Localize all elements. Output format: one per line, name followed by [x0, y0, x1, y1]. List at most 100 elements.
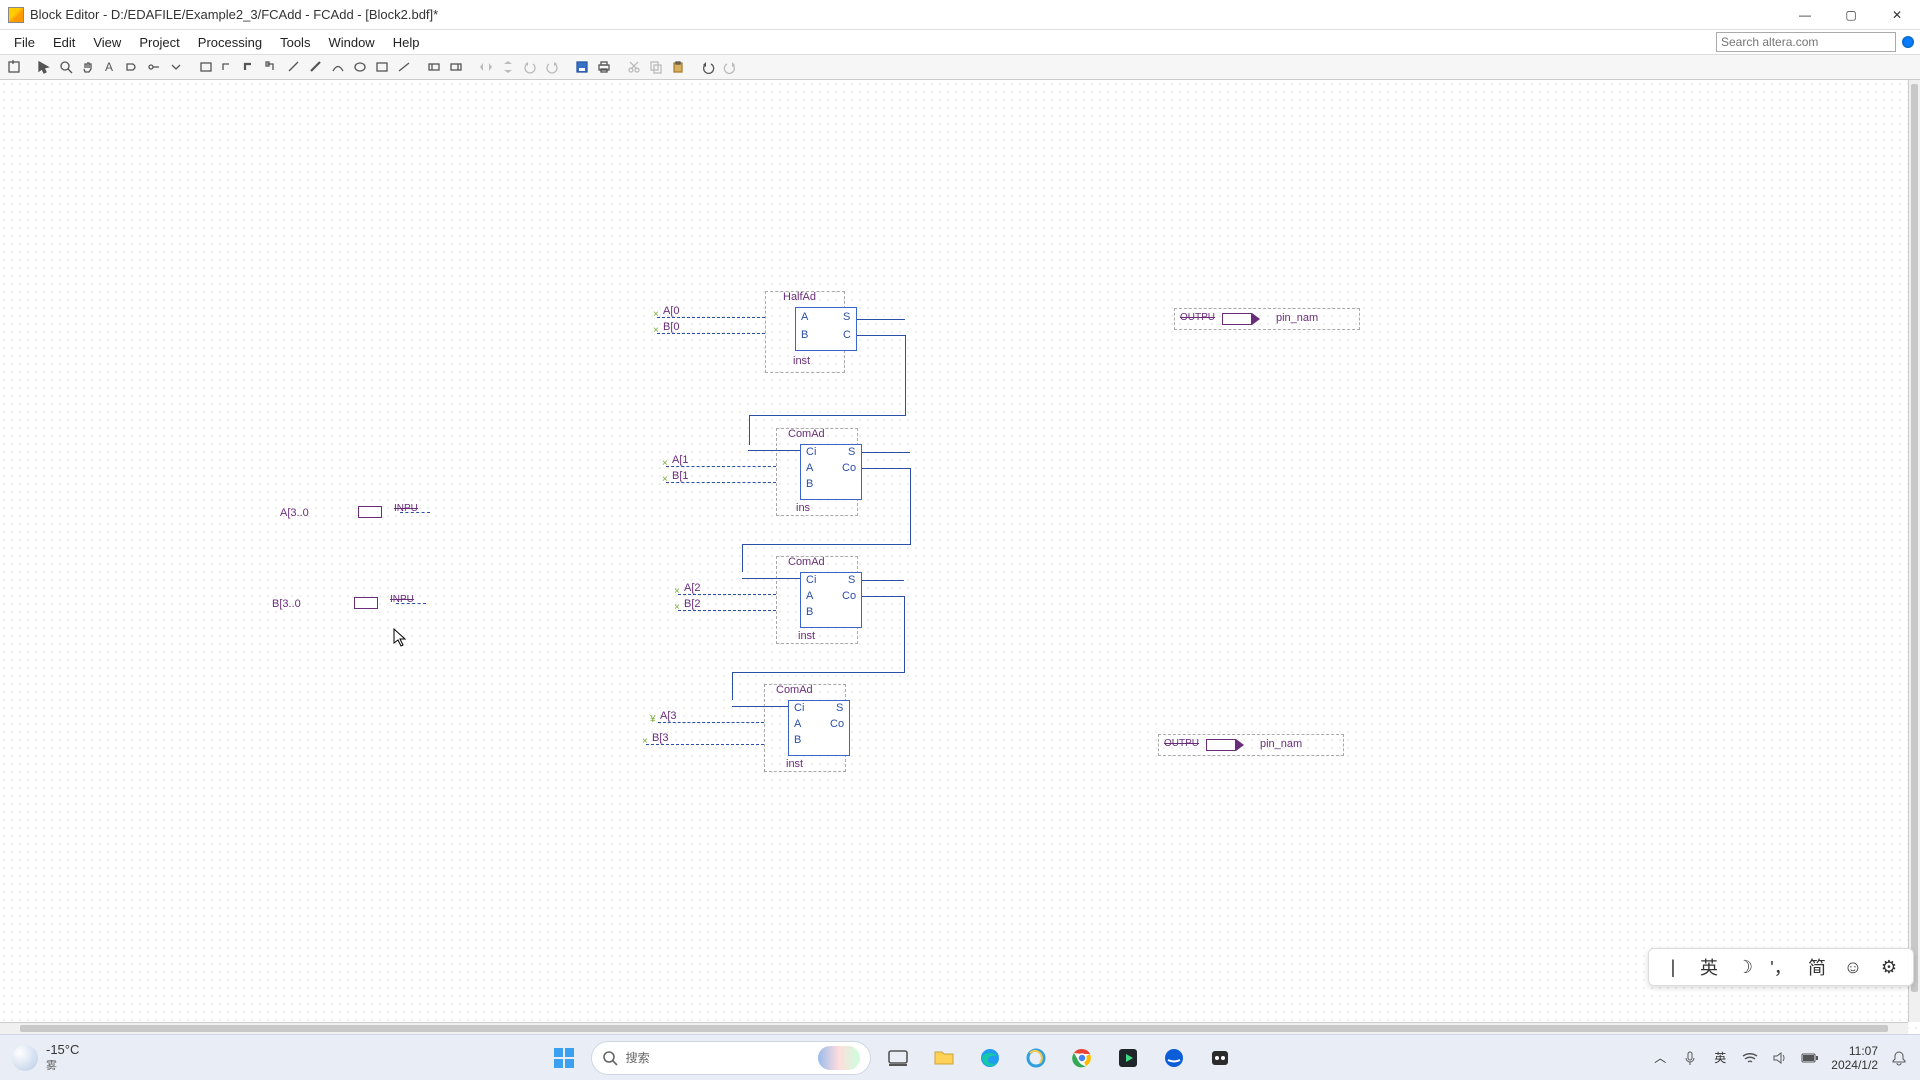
ha-port-b: B [801, 329, 808, 341]
taskbar-search[interactable]: 搜索 [591, 1041, 871, 1075]
pin-x-icon: × [662, 474, 668, 485]
tray-notifications-icon[interactable] [1890, 1049, 1908, 1067]
save-icon[interactable] [572, 57, 592, 77]
node-tool-icon[interactable] [218, 57, 238, 77]
arc-tool-icon[interactable] [328, 57, 348, 77]
tray-clock[interactable]: 11:07 2024/1/2 [1831, 1044, 1878, 1072]
ime-simplified-button[interactable]: 简 [1803, 953, 1831, 981]
ca2-port-b: B [806, 606, 813, 618]
copy-icon[interactable] [646, 57, 666, 77]
conduit-tool-icon[interactable] [262, 57, 282, 77]
output-pin-2-type: OUTPU [1164, 738, 1199, 749]
taskbar: -15°C 雾 搜索 ︿ 英 11:07 2024/1/2 [0, 1034, 1920, 1080]
taskbar-explorer-icon[interactable] [925, 1039, 963, 1077]
clock-time: 11:07 [1831, 1044, 1878, 1058]
menubar: File Edit View Project Processing Tools … [0, 30, 1920, 54]
diag-bus-tool-icon[interactable] [306, 57, 326, 77]
taskbar-app2-icon[interactable] [1201, 1039, 1239, 1077]
pin-tool-icon[interactable] [144, 57, 164, 77]
menu-window[interactable]: Window [320, 33, 382, 52]
taskbar-ie-icon[interactable] [1017, 1039, 1055, 1077]
menu-file[interactable]: File [6, 33, 43, 52]
redo-icon[interactable] [720, 57, 740, 77]
ca2-port-a: A [806, 590, 813, 602]
flip-v-icon[interactable] [498, 57, 518, 77]
detach-window-icon[interactable] [4, 57, 24, 77]
ha-inst: inst [793, 355, 810, 367]
taskbar-search-label: 搜索 [626, 1049, 650, 1066]
task-view-button[interactable] [879, 1039, 917, 1077]
taskbar-weather[interactable]: -15°C 雾 [12, 1042, 132, 1073]
menu-processing[interactable]: Processing [190, 33, 270, 52]
horizontal-scrollbar[interactable] [0, 1022, 1908, 1034]
selection-tool-icon[interactable] [34, 57, 54, 77]
taskbar-edge-icon[interactable] [971, 1039, 1009, 1077]
ca3-pin-b: B[3 [652, 732, 669, 744]
tray-wifi-icon[interactable] [1741, 1049, 1759, 1067]
ha-pin-a: A[0 [663, 305, 680, 317]
cut-icon[interactable] [624, 57, 644, 77]
search-input[interactable] [1716, 32, 1896, 52]
oval-tool-icon[interactable] [350, 57, 370, 77]
menu-edit[interactable]: Edit [45, 33, 83, 52]
hand-tool-icon[interactable] [78, 57, 98, 77]
line-tool-icon[interactable] [394, 57, 414, 77]
vertical-scrollbar[interactable] [1908, 80, 1920, 1022]
input-pin-b-name: B[3..0 [272, 598, 301, 610]
text-tool-icon[interactable]: A [100, 57, 120, 77]
partial-line-toggle-icon[interactable] [446, 57, 466, 77]
rotate-right-icon[interactable] [542, 57, 562, 77]
window-title: Block Editor - D:/EDAFILE/Example2_3/FCA… [30, 7, 1782, 22]
menu-view[interactable]: View [85, 33, 129, 52]
search-go-icon[interactable] [1902, 36, 1914, 48]
menu-project[interactable]: Project [131, 33, 187, 52]
taskbar-chrome-icon[interactable] [1063, 1039, 1101, 1077]
ca1-pin-a: A[1 [672, 454, 689, 466]
search-icon [602, 1050, 618, 1066]
close-button[interactable]: ✕ [1874, 0, 1920, 30]
diag-node-tool-icon[interactable] [284, 57, 304, 77]
maximize-button[interactable]: ▢ [1828, 0, 1874, 30]
tray-mic-icon[interactable] [1681, 1049, 1699, 1067]
tray-volume-icon[interactable] [1771, 1049, 1789, 1067]
menu-help[interactable]: Help [385, 33, 428, 52]
ca3-port-b: B [794, 734, 801, 746]
block-tool-icon[interactable] [196, 57, 216, 77]
rotate-left-icon[interactable] [520, 57, 540, 77]
ime-halfmoon-icon[interactable]: ☽ [1731, 953, 1759, 981]
ime-toolbar[interactable]: | 英 ☽ '， 简 ☺ ⚙ [1648, 948, 1914, 986]
pin-x-icon: × [653, 325, 659, 336]
paste-icon[interactable] [668, 57, 688, 77]
schematic-canvas[interactable]: A[3..0 INPU B[3..0 INPU HalfAd A B S C [0, 80, 1920, 1034]
ca2-title: ComAd [788, 556, 825, 568]
bus-tool-icon[interactable] [240, 57, 260, 77]
pin-tool-drop-icon[interactable] [166, 57, 186, 77]
rect-draw-tool-icon[interactable] [372, 57, 392, 77]
minimize-button[interactable]: — [1782, 0, 1828, 30]
ime-settings-icon[interactable]: ⚙ [1875, 953, 1903, 981]
ime-emoji-icon[interactable]: ☺ [1839, 953, 1867, 981]
tray-lang[interactable]: 英 [1711, 1049, 1729, 1067]
menu-tools[interactable]: Tools [272, 33, 318, 52]
rubberband-toggle-icon[interactable] [424, 57, 444, 77]
undo-icon[interactable] [698, 57, 718, 77]
pin-x-icon: × [642, 736, 648, 747]
ime-lang-button[interactable]: 英 [1695, 953, 1723, 981]
flip-h-icon[interactable] [476, 57, 496, 77]
ha-port-s: S [843, 311, 850, 323]
taskbar-media-icon[interactable] [1109, 1039, 1147, 1077]
zoom-tool-icon[interactable] [56, 57, 76, 77]
print-icon[interactable] [594, 57, 614, 77]
tray-battery-icon[interactable] [1801, 1049, 1819, 1067]
ime-punct-button[interactable]: '， [1767, 953, 1795, 981]
window-buttons: — ▢ ✕ [1782, 0, 1920, 30]
start-button[interactable] [545, 1039, 583, 1077]
taskbar-app1-icon[interactable] [1155, 1039, 1193, 1077]
symbol-tool-icon[interactable] [122, 57, 142, 77]
ca1-inst: ins [796, 502, 810, 514]
ime-caret-icon[interactable]: | [1659, 953, 1687, 981]
pin-x-icon: × [674, 586, 680, 597]
tray-chevron-up-icon[interactable]: ︿ [1651, 1049, 1669, 1067]
ca3-pin-a: A[3 [660, 710, 677, 722]
ha-port-a: A [801, 311, 808, 323]
